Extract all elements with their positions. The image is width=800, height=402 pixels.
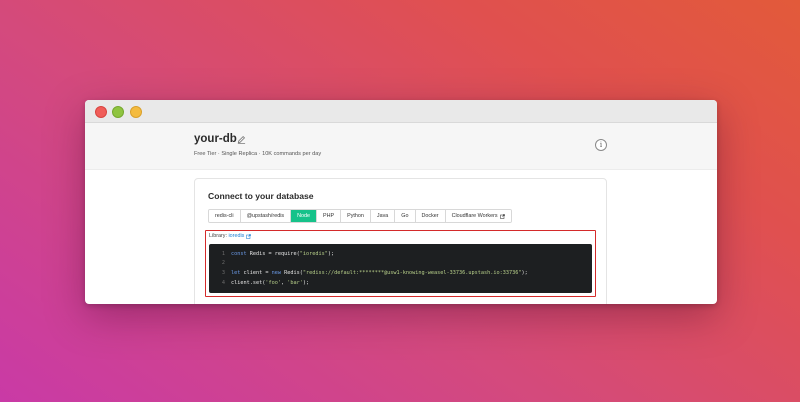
close-window-button[interactable] [95, 106, 107, 118]
code-text: client = [240, 269, 272, 276]
code-keyword: new [271, 269, 281, 276]
code-line: 2 [209, 259, 592, 269]
line-number: 3 [221, 269, 225, 276]
code-keyword: const [231, 250, 247, 257]
tab-label: Go [401, 213, 409, 219]
zoom-window-button[interactable] [112, 106, 124, 118]
browser-window: your-db Free Tier · Single Replica · 10K… [85, 100, 717, 304]
tab-docker[interactable]: Docker [415, 210, 446, 222]
line-number: 4 [221, 279, 225, 286]
code-text: ); [521, 269, 528, 276]
library-label: Library: [209, 233, 227, 239]
library-link[interactable]: ioredis [228, 233, 244, 239]
minimize-window-button[interactable] [130, 106, 142, 118]
tab-java[interactable]: Java [370, 210, 396, 222]
code-keyword: let [231, 269, 241, 276]
tab-label: Python [347, 213, 364, 219]
database-meta: Free Tier · Single Replica · 10K command… [194, 151, 322, 157]
tab-label: redis-cli [215, 213, 234, 219]
tab-label: Java [376, 213, 389, 219]
database-header: your-db Free Tier · Single Replica · 10K… [85, 123, 717, 170]
tab-cloudflare-workers[interactable]: Cloudflare Workers [445, 210, 511, 222]
client-tabs: redis-cli @upstash/redis Node PHP Python… [208, 209, 512, 223]
line-number: 2 [221, 260, 225, 267]
tab-label: Docker [421, 213, 439, 219]
code-line: 3 let client = new Redis("rediss://defau… [209, 268, 592, 278]
code-text: ); [327, 250, 335, 257]
line-number: 1 [221, 250, 225, 257]
connect-card: Connect to your database redis-cli @upst… [194, 178, 607, 304]
code-text: ); [302, 279, 310, 286]
code-string: "ioredis" [299, 250, 328, 257]
code-string: 'bar' [287, 279, 303, 286]
code-highlight-box: Library: ioredis 1 const Redis = require… [205, 230, 596, 297]
code-line: 1 const Redis = require("ioredis"); [209, 249, 592, 259]
database-name: your-db [194, 133, 237, 145]
tab-python[interactable]: Python [341, 210, 371, 222]
code-string: "rediss://default:********@usw1-knowing-… [302, 269, 522, 276]
code-text: client.set( [231, 279, 266, 286]
window-titlebar [85, 100, 717, 123]
tab-php[interactable]: PHP [317, 210, 342, 222]
info-icon[interactable]: i [595, 139, 607, 151]
code-text: Redis( [280, 269, 303, 276]
connect-title: Connect to your database [208, 191, 314, 201]
code-string: 'foo' [265, 279, 281, 286]
code-block[interactable]: 1 const Redis = require("ioredis"); 2 3 … [209, 244, 592, 293]
external-link-icon [499, 213, 505, 219]
tab-label: PHP [323, 213, 335, 219]
tab-label: @upstash/redis [246, 213, 285, 219]
code-text: Redis = require( [246, 250, 300, 257]
code-line: 4 client.set('foo', 'bar'); [209, 278, 592, 288]
library-line: Library: ioredis [209, 233, 251, 239]
tab-go[interactable]: Go [395, 210, 416, 222]
tab-upstash-redis[interactable]: @upstash/redis [240, 210, 292, 222]
tab-label: Node [297, 213, 311, 219]
edit-icon[interactable] [237, 135, 246, 144]
external-link-icon[interactable] [246, 233, 251, 239]
tab-node[interactable]: Node [291, 210, 318, 222]
tab-label: Cloudflare Workers [451, 213, 498, 219]
tab-redis-cli[interactable]: redis-cli [209, 210, 241, 222]
